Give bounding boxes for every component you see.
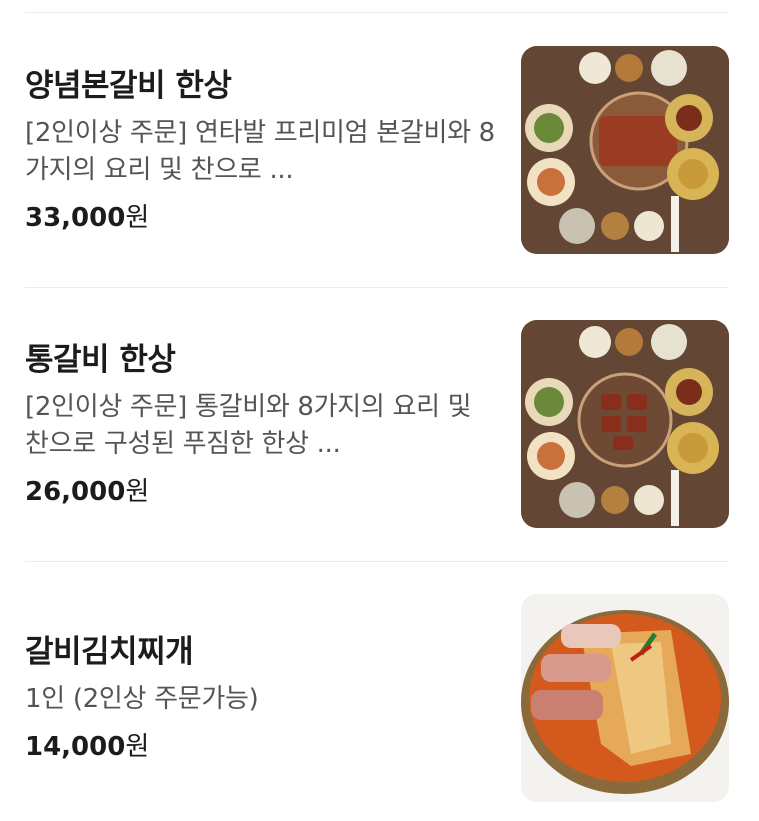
menu-item-description: 1인 (2인상 주문가능) [25, 684, 259, 714]
menu-item-title: 갈비김치찌개 [25, 634, 194, 670]
menu-item-description: [2인이상 주문] 연타발 프리미엄 본갈비와 8가지의 요리 및 찬으로 ..… [25, 118, 495, 185]
menu-item-title: 통갈비 한상 [25, 342, 176, 378]
menu-item-yangnyeom-bon-galbi[interactable]: 양념본갈비 한상 [2인이상 주문] 연타발 프리미엄 본갈비와 8가지의 요리… [25, 46, 730, 254]
menu-item-price: 26,000원 [25, 471, 495, 508]
menu-item-price: 14,000원 [25, 726, 495, 763]
menu-item-photo[interactable] [521, 594, 729, 802]
price-value: 14,000 [25, 732, 126, 762]
menu-item-price: 33,000원 [25, 197, 495, 234]
price-value: 33,000 [25, 203, 126, 233]
divider [25, 12, 729, 13]
menu-item-info: 양념본갈비 한상 [2인이상 주문] 연타발 프리미엄 본갈비와 8가지의 요리… [25, 60, 495, 234]
menu-item-title: 양념본갈비 한상 [25, 68, 232, 104]
menu-item-description: [2인이상 주문] 통갈비와 8가지의 요리 및 찬으로 구성된 푸짐한 한상 … [25, 392, 472, 459]
price-value: 26,000 [25, 477, 126, 507]
menu-item-tong-galbi[interactable]: 통갈비 한상 [2인이상 주문] 통갈비와 8가지의 요리 및 찬으로 구성된 … [25, 320, 730, 528]
menu-item-photo[interactable] [521, 320, 729, 528]
menu-item-photo[interactable] [521, 46, 729, 254]
divider [25, 561, 729, 562]
price-currency: 원 [125, 203, 150, 233]
price-currency: 원 [125, 732, 150, 762]
menu-item-info: 통갈비 한상 [2인이상 주문] 통갈비와 8가지의 요리 및 찬으로 구성된 … [25, 334, 495, 508]
divider [25, 287, 729, 288]
price-currency: 원 [125, 477, 150, 507]
menu-item-galbi-kimchi-jjigae[interactable]: 갈비김치찌개 1인 (2인상 주문가능) 14,000원 [25, 594, 730, 802]
menu-item-info: 갈비김치찌개 1인 (2인상 주문가능) 14,000원 [25, 626, 495, 763]
